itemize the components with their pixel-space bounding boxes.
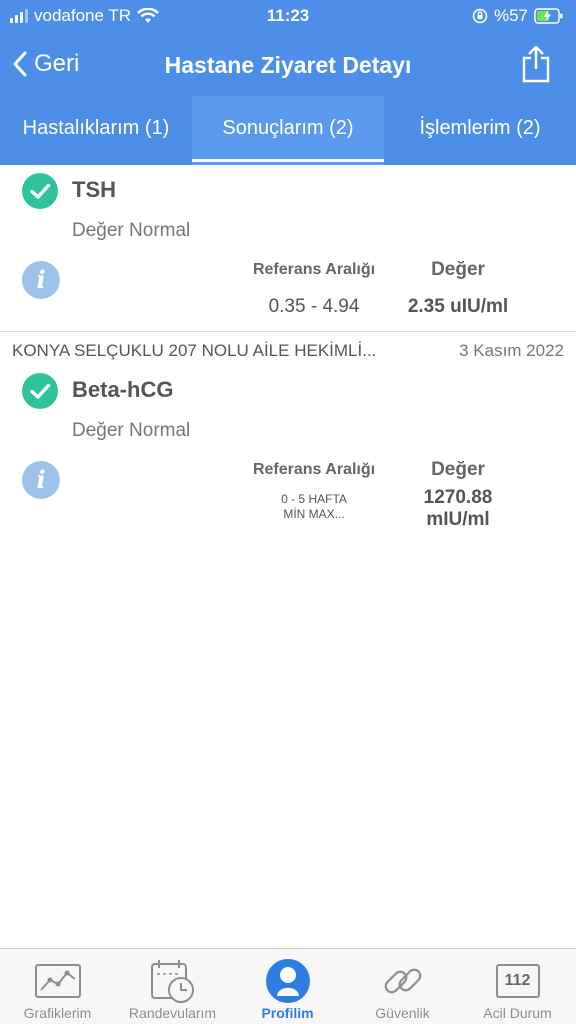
clinic-name: KONYA SELÇUKLU 207 NOLU AİLE HEKİMLİ...: [12, 341, 377, 360]
tab-diseases[interactable]: Hastalıklarım (1): [0, 96, 192, 165]
reference-range-header: Referans Aralığı: [252, 261, 376, 278]
status-bar: vodafone TR 11:23 %57: [0, 0, 576, 32]
tabbar-item-profile[interactable]: Profilim: [230, 949, 345, 1024]
test-name: Beta-hCG: [72, 377, 174, 402]
check-icon: [22, 373, 58, 409]
tab-strip: Hastalıklarım (1) Sonuçlarım (2) İşlemle…: [0, 96, 576, 165]
page-title: Hastane Ziyaret Detayı: [164, 52, 412, 78]
battery-charging-icon: [534, 8, 563, 24]
test-name: TSH: [72, 177, 116, 202]
tabbar-label: Randevularım: [128, 1005, 217, 1021]
link-icon: [384, 968, 421, 994]
tab-results[interactable]: Sonuçlarım (2): [192, 96, 384, 165]
info-icon[interactable]: i: [22, 261, 60, 299]
chart-icon: [34, 964, 81, 998]
reference-range-value: 0.35 - 4.94: [268, 296, 360, 317]
tabbar-item-charts[interactable]: Grafiklerim: [0, 949, 115, 1024]
tabbar-label: Acil Durum: [483, 1005, 552, 1021]
tabbar-label: Profilim: [261, 1005, 314, 1021]
share-icon: [522, 45, 550, 83]
visit-date: 3 Kasım 2022: [459, 341, 564, 360]
result-card[interactable]: Beta-hCG Değer Normal i Referans Aralığı…: [0, 365, 576, 530]
info-icon[interactable]: i: [22, 461, 60, 499]
tabbar-item-appointments[interactable]: Randevularım: [115, 949, 230, 1024]
tab-procedures[interactable]: İşlemlerim (2): [384, 96, 576, 165]
active-tab-indicator: [192, 159, 384, 162]
emergency-112-icon: 112: [495, 964, 540, 998]
value-header: Değer: [431, 259, 485, 280]
battery-percent: %57: [493, 6, 528, 25]
result-value: 1270.88 mIU/ml: [423, 487, 493, 530]
header: vodafone TR 11:23 %57 Geri Hastane Ziyar…: [0, 0, 576, 165]
visit-header: KONYA SELÇUKLU 207 NOLU AİLE HEKİMLİ... …: [0, 337, 576, 365]
check-icon: [22, 173, 58, 209]
tabbar-label: Güvenlik: [375, 1005, 430, 1021]
test-status: Değer Normal: [72, 420, 191, 441]
orientation-lock-icon: [472, 8, 488, 24]
divider: [0, 331, 576, 332]
value-header: Değer: [431, 459, 485, 480]
tabbar-item-emergency[interactable]: 112 Acil Durum: [460, 949, 575, 1024]
reference-range-value: 0 - 5 HAFTA MİN MAX...: [281, 492, 347, 521]
test-status: Değer Normal: [72, 220, 191, 241]
tabbar-label: Grafiklerim: [23, 1005, 92, 1021]
reference-range-header: Referans Aralığı: [252, 461, 376, 478]
profile-icon: [265, 959, 310, 1003]
result-card[interactable]: TSH Değer Normal i Referans Aralığı Değe…: [0, 165, 576, 330]
bottom-tab-bar: Grafiklerim Randevularım Profilim Güvenl…: [0, 948, 576, 1024]
calendar-clock-icon: [150, 960, 194, 1003]
tabbar-item-security[interactable]: Güvenlik: [345, 949, 460, 1024]
share-button[interactable]: [520, 44, 552, 89]
result-value: 2.35 uIU/ml: [407, 296, 509, 317]
nav-bar: Geri Hastane Ziyaret Detayı: [0, 36, 576, 96]
results-list: TSH Değer Normal i Referans Aralığı Değe…: [0, 165, 576, 530]
